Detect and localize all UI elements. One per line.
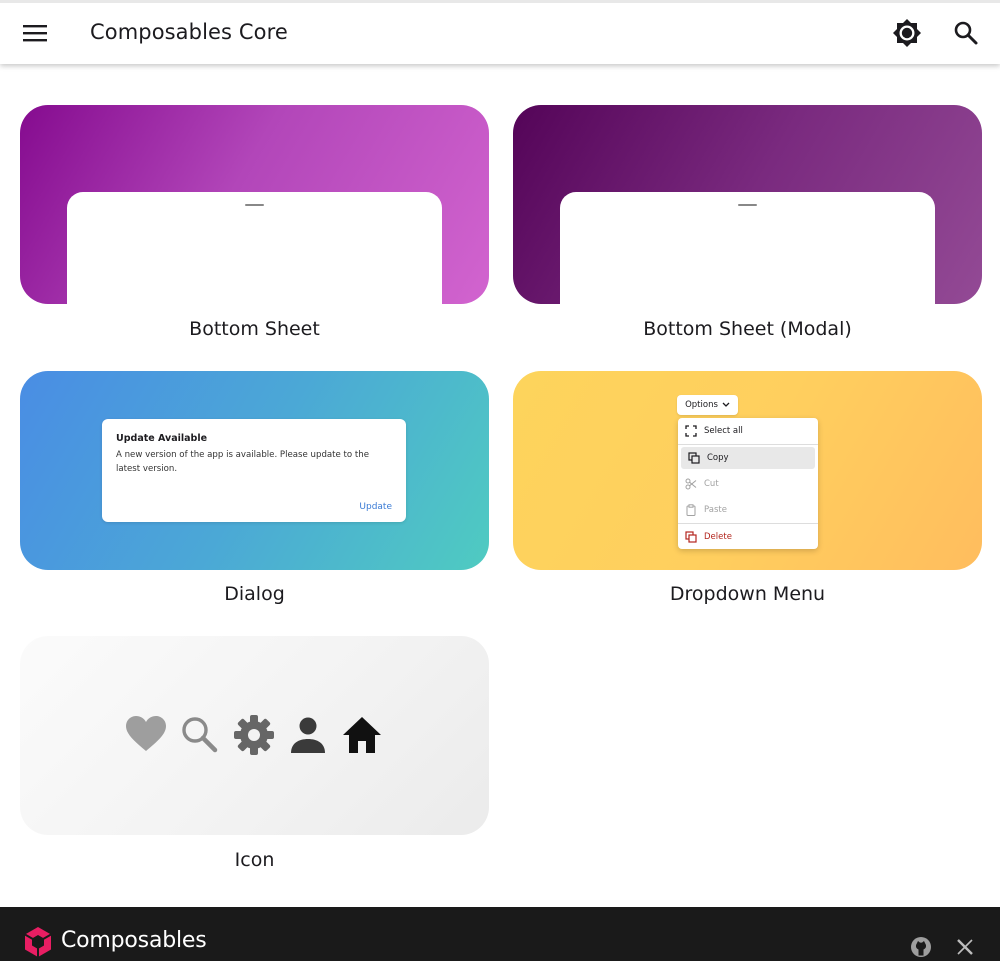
bottom-sheet-preview: [67, 192, 442, 304]
dialog-title: Update Available: [116, 433, 208, 444]
sheet-drag-handle: [738, 204, 757, 206]
menu-item-label: Cut: [704, 479, 719, 489]
dropdown-menu-card[interactable]: Options Select all Copy Cut Paste Delete: [513, 371, 982, 570]
app-title: Composables Core: [90, 20, 288, 44]
dialog-preview: Update Available A new version of the ap…: [102, 419, 406, 522]
footer-brand-name[interactable]: Composables: [61, 928, 207, 953]
search-button[interactable]: [944, 11, 988, 55]
github-icon[interactable]: [910, 936, 932, 958]
chevron-down-icon: [722, 402, 730, 407]
bottom-sheet-card-label: Bottom Sheet: [189, 318, 320, 340]
composables-logo-icon: [24, 927, 52, 957]
dialog-text: A new version of the app is available. P…: [116, 450, 370, 474]
options-button: Options: [677, 395, 738, 415]
paste-icon: [685, 504, 697, 516]
dialog-card-label: Dialog: [224, 583, 285, 605]
options-button-label: Options: [685, 400, 718, 410]
menu-item-delete: Delete: [678, 526, 818, 548]
cut-icon: [685, 478, 697, 490]
dropdown-menu-preview: Select all Copy Cut Paste Delete: [678, 418, 818, 549]
menu-item-label: Copy: [707, 453, 729, 463]
x-twitter-icon[interactable]: [956, 938, 974, 956]
dropdown-menu-card-label: Dropdown Menu: [669, 583, 826, 605]
sheet-drag-handle: [245, 204, 264, 206]
bottom-sheet-modal-card-label: Bottom Sheet (Modal): [643, 318, 852, 340]
top-app-bar: Composables Core: [0, 0, 1000, 64]
icon-card[interactable]: [20, 636, 489, 835]
menu-item-label: Paste: [704, 505, 727, 515]
search-icon: [954, 21, 978, 45]
person-icon: [291, 717, 325, 753]
menu-item-copy: Copy: [681, 447, 815, 469]
bottom-sheet-card[interactable]: [20, 105, 489, 304]
delete-icon: [685, 531, 697, 543]
bottom-sheet-modal-preview: [560, 192, 935, 304]
menu-item-label: Delete: [704, 532, 732, 542]
menu-button[interactable]: [13, 11, 57, 55]
footer: Composables: [0, 907, 1000, 961]
bottom-sheet-modal-card[interactable]: [513, 105, 982, 304]
menu-item-label: Select all: [704, 426, 743, 436]
copy-icon: [688, 452, 700, 464]
gear-icon: [234, 715, 274, 755]
dialog-update-button: Update: [359, 502, 392, 512]
select-all-icon: [685, 425, 697, 437]
icon-card-label: Icon: [234, 849, 275, 871]
hamburger-menu-icon: [23, 25, 47, 42]
menu-item-cut: Cut: [678, 473, 818, 495]
theme-toggle-button[interactable]: [885, 11, 929, 55]
dialog-card[interactable]: Update Available A new version of the ap…: [20, 371, 489, 570]
menu-item-paste: Paste: [678, 499, 818, 521]
menu-divider: [678, 523, 818, 524]
brightness-icon: [893, 19, 921, 47]
icon-preview-row: [124, 713, 384, 757]
heart-icon: [126, 716, 166, 751]
search-icon: [182, 717, 218, 753]
home-icon: [343, 717, 381, 753]
menu-divider: [678, 444, 818, 445]
menu-item-select-all: Select all: [678, 420, 818, 442]
